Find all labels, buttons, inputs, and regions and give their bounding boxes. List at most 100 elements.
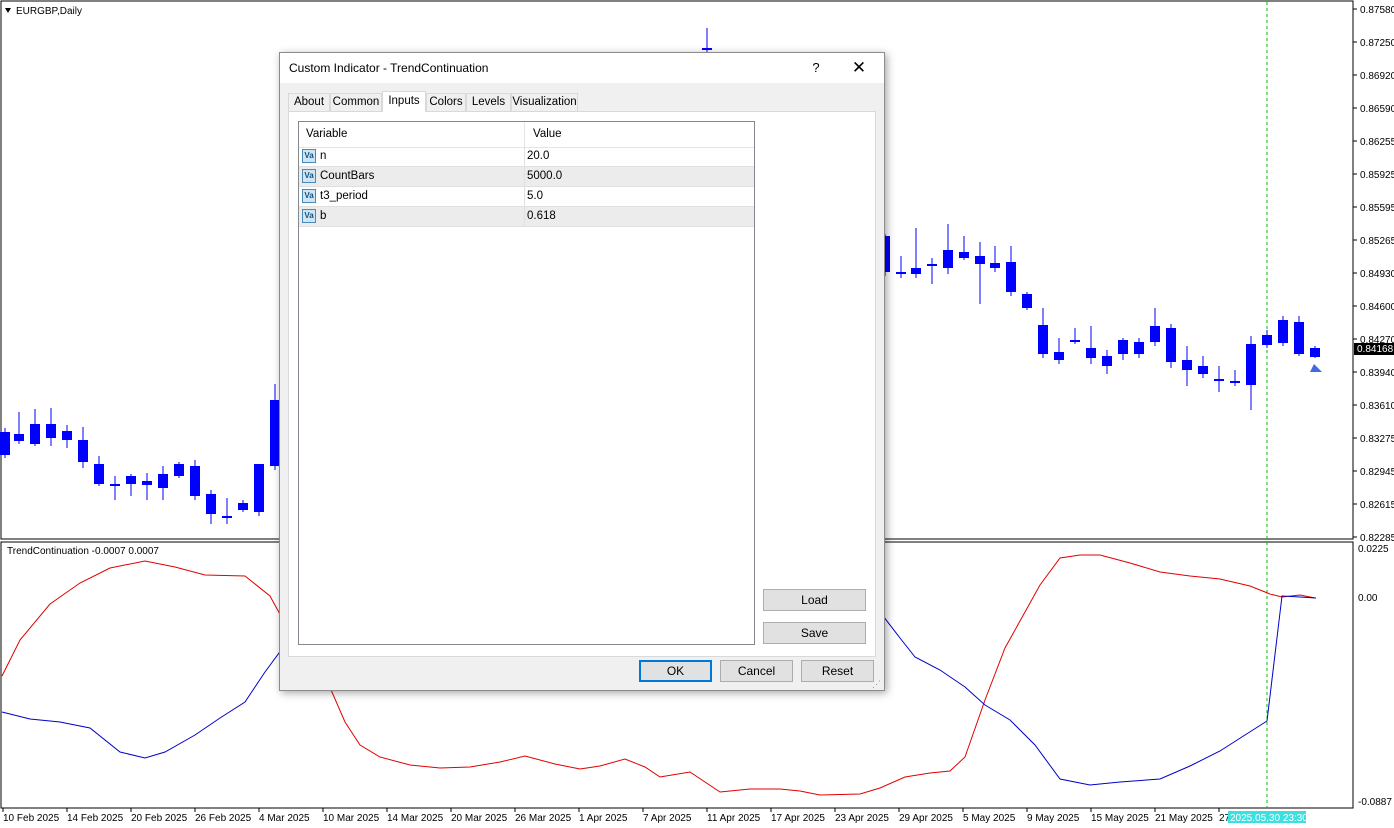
- date-tick-label: 14 Mar 2025: [387, 813, 444, 824]
- price-tick-label: 0.82285: [1360, 533, 1394, 544]
- crosshair-time-label: 2025.05.30 23:30: [1230, 813, 1308, 824]
- candle-body: [1198, 366, 1208, 374]
- variable-cell: Va n: [299, 147, 525, 166]
- candle-body: [62, 431, 72, 440]
- value-cell[interactable]: 0.618: [527, 207, 556, 226]
- candle-body: [174, 464, 184, 476]
- candle-body: [1086, 348, 1096, 358]
- price-tick-label: 0.85925: [1360, 170, 1394, 181]
- candle-body: [78, 440, 88, 462]
- candle-body: [1214, 379, 1224, 381]
- candle-body: [222, 516, 232, 518]
- price-tick-label: 0.82945: [1360, 467, 1394, 478]
- price-tick-label: 0.84930: [1360, 269, 1394, 280]
- tab-inputs[interactable]: Inputs: [382, 91, 426, 112]
- candle-body: [46, 424, 56, 438]
- candle-body: [1246, 344, 1256, 385]
- dialog-titlebar[interactable]: Custom Indicator - TrendContinuation ? ✕: [280, 53, 884, 83]
- candle-body: [206, 494, 216, 514]
- candle-body: [30, 424, 40, 444]
- variable-name: n: [320, 150, 327, 162]
- grid-header: Variable Value: [299, 122, 754, 148]
- input-row[interactable]: Va n 20.0: [299, 147, 754, 167]
- variable-cell: Va b: [299, 207, 525, 226]
- value-cell[interactable]: 20.0: [527, 147, 549, 166]
- price-tick-label: 0.86920: [1360, 71, 1394, 82]
- value-cell[interactable]: 5.0: [527, 187, 543, 206]
- help-button[interactable]: ?: [801, 57, 831, 79]
- date-tick-label: 17 Apr 2025: [771, 813, 825, 824]
- candle-body: [1294, 322, 1304, 354]
- symbol-dropdown-icon[interactable]: [5, 8, 11, 13]
- date-tick-label: 10 Feb 2025: [3, 813, 60, 824]
- value-cell[interactable]: 5000.0: [527, 167, 562, 186]
- date-tick-label: 29 Apr 2025: [899, 813, 953, 824]
- price-tick-label: 0.87250: [1360, 38, 1394, 49]
- date-tick-label: 5 May 2025: [963, 813, 1016, 824]
- variable-cell: Va t3_period: [299, 187, 525, 206]
- candle-body: [1022, 294, 1032, 308]
- tab-visualization[interactable]: Visualization: [511, 93, 578, 111]
- header-value[interactable]: Value: [526, 122, 754, 147]
- candle-body: [1038, 325, 1048, 354]
- candle-body: [975, 256, 985, 264]
- variable-icon: Va: [302, 189, 316, 203]
- dialog-title: Custom Indicator - TrendContinuation: [289, 61, 489, 75]
- candle-body: [959, 252, 969, 258]
- candle-body: [14, 434, 24, 441]
- close-icon[interactable]: ✕: [843, 57, 875, 79]
- date-tick-label: 20 Mar 2025: [451, 813, 508, 824]
- candle-body: [1278, 320, 1288, 343]
- price-tick-label: 0.85265: [1360, 236, 1394, 247]
- date-tick-label: 20 Feb 2025: [131, 813, 188, 824]
- reset-button[interactable]: Reset: [801, 660, 874, 682]
- input-row[interactable]: Va CountBars 5000.0: [299, 167, 754, 187]
- candle-body: [126, 476, 136, 484]
- ok-button[interactable]: OK: [639, 660, 712, 682]
- header-variable[interactable]: Variable: [299, 122, 525, 147]
- price-tick-label: 0.83610: [1360, 401, 1394, 412]
- variable-icon: Va: [302, 169, 316, 183]
- price-tick-label: 0.85595: [1360, 203, 1394, 214]
- tab-levels[interactable]: Levels: [466, 93, 511, 111]
- candle-body: [238, 503, 248, 510]
- candle-body: [1182, 360, 1192, 370]
- save-button[interactable]: Save: [763, 622, 866, 644]
- resize-grip-icon[interactable]: ⋰: [872, 679, 882, 689]
- candle-body: [158, 474, 168, 488]
- candle-body: [943, 250, 953, 268]
- candle-body: [1118, 340, 1128, 354]
- inputs-grid[interactable]: Variable Value Va n 20.0 Va CountBars 5000…: [298, 121, 755, 645]
- variable-cell: Va CountBars: [299, 167, 525, 186]
- price-tick-label: 0.87580: [1360, 5, 1394, 16]
- arrow-marker-icon: [1310, 364, 1322, 372]
- candle-body: [1310, 348, 1320, 357]
- indicator-dialog: Custom Indicator - TrendContinuation ? ✕…: [279, 52, 885, 691]
- tab-colors[interactable]: Colors: [426, 93, 466, 111]
- tab-about[interactable]: About: [288, 93, 330, 111]
- candle-body: [1262, 335, 1272, 345]
- tab-common[interactable]: Common: [330, 93, 382, 111]
- candle-body: [896, 272, 906, 274]
- indicator-label: TrendContinuation -0.0007 0.0007: [7, 546, 159, 557]
- date-tick-label: 11 Apr 2025: [707, 813, 761, 824]
- date-tick-label: 14 Feb 2025: [67, 813, 124, 824]
- candle-body: [142, 481, 152, 485]
- date-tick-label: 26 Feb 2025: [195, 813, 252, 824]
- candle-body: [1134, 342, 1144, 354]
- candle-body: [1102, 356, 1112, 366]
- indicator-tick-label: -0.0887: [1358, 797, 1392, 808]
- candle-body: [94, 464, 104, 484]
- load-button[interactable]: Load: [763, 589, 866, 611]
- input-row[interactable]: Va b 0.618: [299, 207, 754, 227]
- input-row[interactable]: Va t3_period 5.0: [299, 187, 754, 207]
- date-axis: 10 Feb 2025 14 Feb 2025 20 Feb 2025 26 Feb …: [2, 808, 1277, 824]
- date-tick-label: 9 May 2025: [1027, 813, 1080, 824]
- cancel-button[interactable]: Cancel: [720, 660, 793, 682]
- price-tick-label: 0.86590: [1360, 104, 1394, 115]
- candle-body: [110, 484, 120, 486]
- price-tick-label: 0.84600: [1360, 302, 1394, 313]
- indicator-tick-label: 0.0225: [1358, 544, 1389, 555]
- indicator-axis: 0.0225 0.00 -0.0887: [1358, 544, 1392, 808]
- price-tick-label: 0.83275: [1360, 434, 1394, 445]
